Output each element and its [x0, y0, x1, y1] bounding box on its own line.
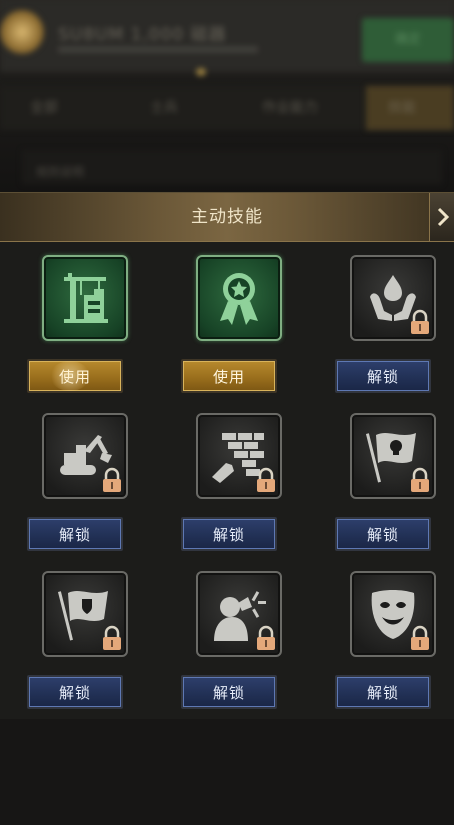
skill-slot-8: 解锁 [180, 571, 300, 721]
skill-icon-frame[interactable] [42, 571, 128, 657]
skill-icon-frame[interactable] [350, 255, 436, 341]
background-indicator-dot [196, 68, 206, 76]
unlock-button[interactable]: 解锁 [181, 675, 277, 709]
background-banner-title: SU8UM 1,000 磁器 [58, 25, 227, 45]
lock-icon [411, 309, 429, 334]
panel-header: 主动技能 [0, 193, 454, 242]
skill-slot-5: 解锁 [180, 413, 300, 563]
skill-icon-frame[interactable] [42, 413, 128, 499]
skill-slot-4: 解锁 [26, 413, 146, 563]
background-banner-subtitle [58, 46, 258, 53]
chevron-right-icon [437, 207, 450, 227]
lock-icon [257, 467, 275, 492]
skill-slot-7: 解锁 [26, 571, 146, 721]
close-button[interactable] [429, 193, 454, 241]
active-skills-panel: 主动技能 使用 使用 解锁 解锁 解锁 解锁 解锁 解锁 解锁 [0, 192, 454, 720]
unlock-button[interactable]: 解锁 [27, 517, 123, 551]
background-tab-1: 全部 [30, 100, 58, 116]
unlock-button[interactable]: 解锁 [27, 675, 123, 709]
unlock-button[interactable]: 解锁 [335, 517, 431, 551]
background-tab-3: 作业能力 [262, 100, 318, 116]
panel-title: 主动技能 [191, 207, 263, 227]
unlock-button[interactable]: 解锁 [335, 675, 431, 709]
background-tab-2: 士兵 [150, 100, 178, 116]
skill-icon-frame[interactable] [196, 413, 282, 499]
background-scene: SU8UM 1,000 磁器 确定 全部 士兵 作业能力 技能 规则说明 [0, 0, 454, 192]
use-button[interactable]: 使用 [181, 359, 277, 393]
background-emblem-icon [0, 10, 44, 54]
lock-icon [103, 467, 121, 492]
skill-slot-1: 使用 [26, 255, 146, 405]
background-row [22, 150, 442, 184]
background-row-text: 规则说明 [36, 165, 85, 179]
lock-icon [411, 467, 429, 492]
skill-icon-frame[interactable] [196, 255, 282, 341]
lock-icon [103, 625, 121, 650]
skill-icon-frame[interactable] [350, 571, 436, 657]
skill-icon-frame[interactable] [350, 413, 436, 499]
skill-slot-2: 使用 [180, 255, 300, 405]
skill-slot-9: 解锁 [334, 571, 454, 721]
bottom-background [0, 719, 454, 825]
skill-icon-frame[interactable] [42, 255, 128, 341]
skill-icon-frame[interactable] [196, 571, 282, 657]
ribbon-medal-icon [220, 273, 258, 325]
skill-slot-6: 解锁 [334, 413, 454, 563]
use-button[interactable]: 使用 [27, 359, 123, 393]
unlock-button[interactable]: 解锁 [181, 517, 277, 551]
construction-crane-icon [64, 273, 108, 323]
lock-icon [257, 625, 275, 650]
skill-slot-3: 解锁 [334, 255, 454, 405]
unlock-button[interactable]: 解锁 [335, 359, 431, 393]
lock-icon [411, 625, 429, 650]
background-confirm-button: 确定 [362, 18, 454, 62]
background-tab-4: 技能 [388, 100, 416, 116]
